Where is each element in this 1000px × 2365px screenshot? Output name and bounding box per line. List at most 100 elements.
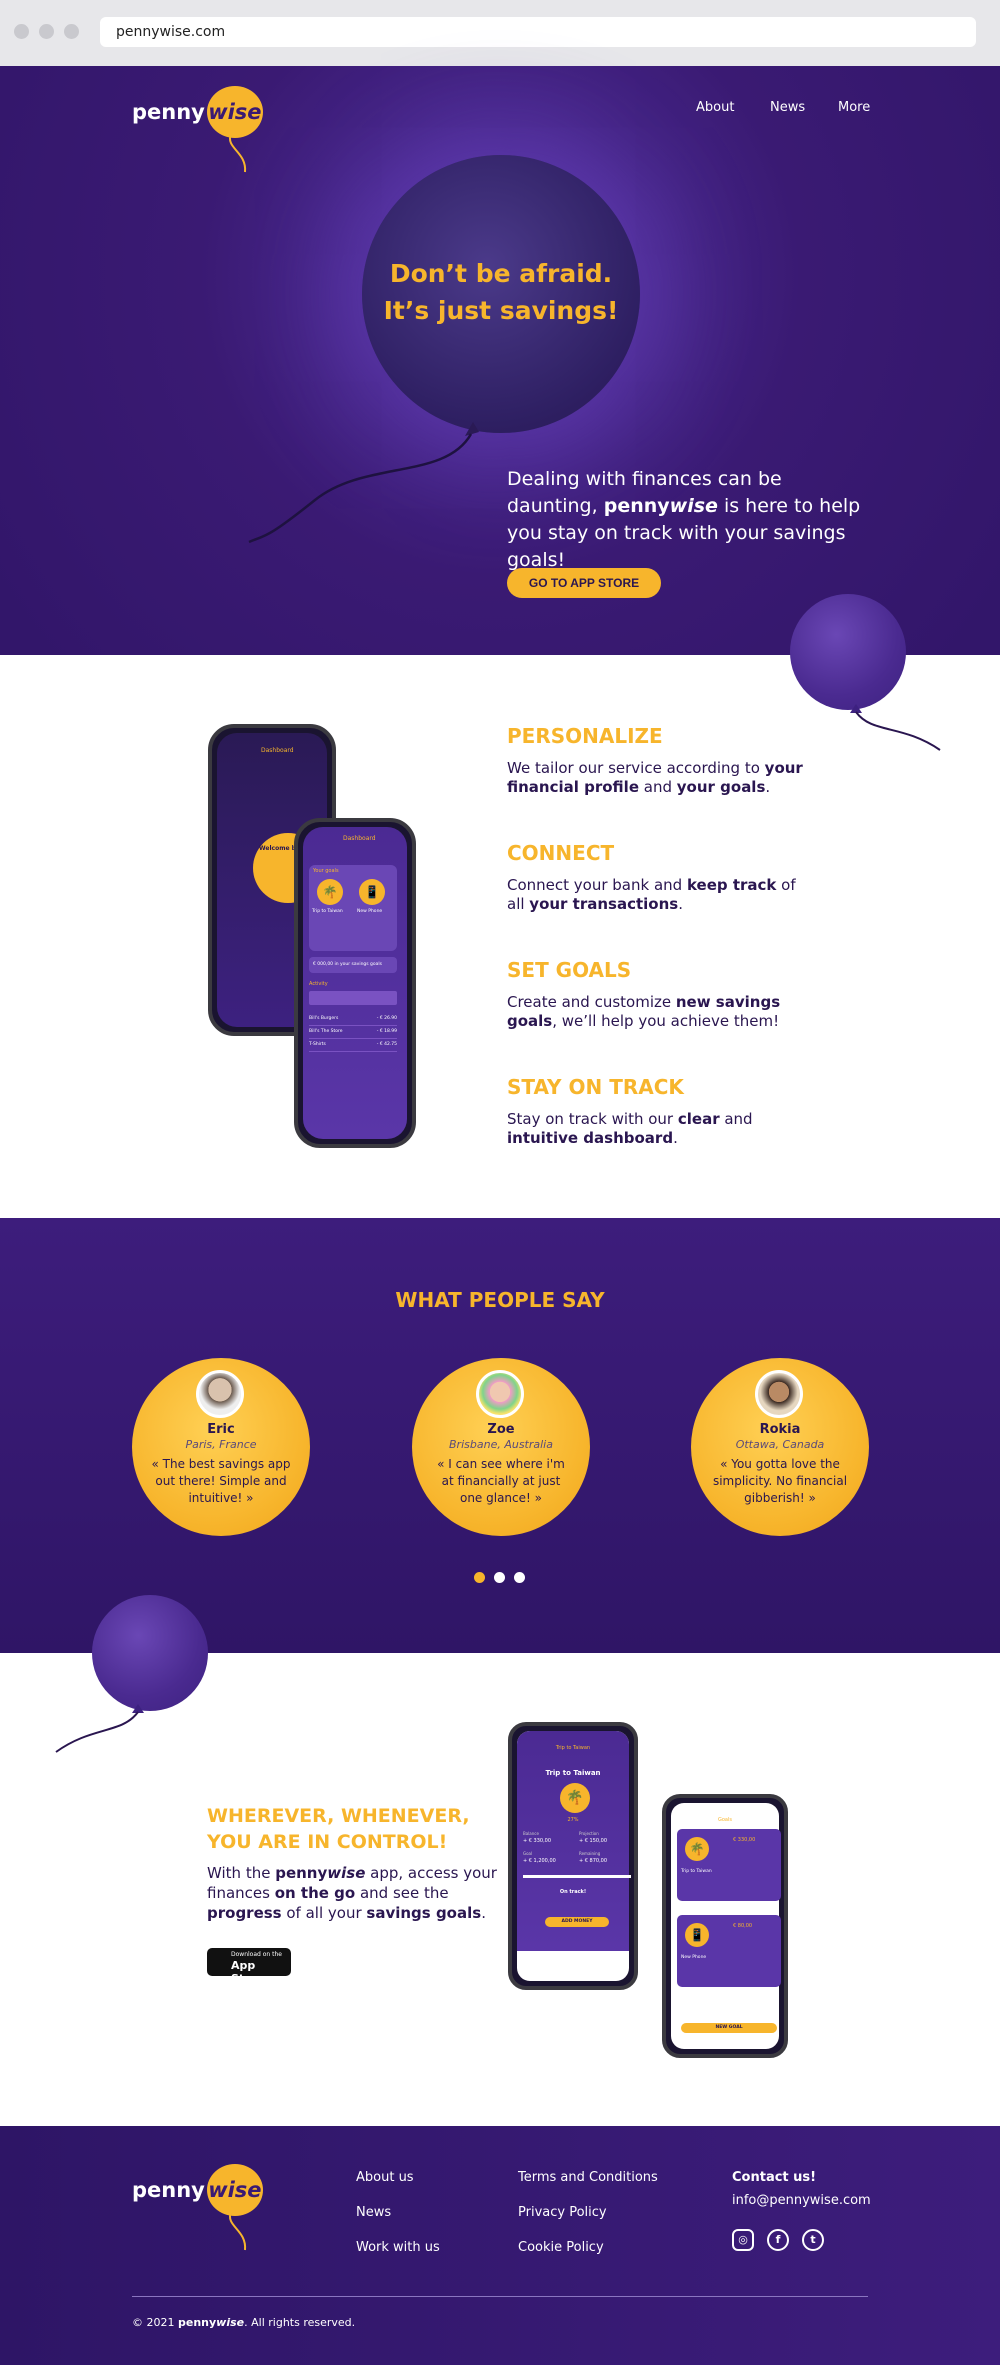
- browser-chrome: pennywise.com: [0, 0, 1000, 66]
- projection-label: Projection: [579, 1831, 599, 1836]
- carousel-dot[interactable]: [514, 1572, 525, 1583]
- palm-tree-icon: 🌴: [685, 1837, 709, 1861]
- twitter-icon[interactable]: t: [802, 2229, 824, 2251]
- nav-about[interactable]: About: [696, 100, 734, 115]
- testimonial-card: Rokia Ottawa, Canada « You gotta love th…: [691, 1358, 869, 1536]
- logo[interactable]: penny wise: [132, 86, 263, 138]
- phone-goal-detail-screen: Trip to Taiwan Trip to Taiwan 🌴 27% Bala…: [517, 1731, 631, 1981]
- goals-header: Goals: [718, 1817, 732, 1823]
- app-store-badge[interactable]: Download on the App Store: [207, 1948, 291, 1985]
- mobile-text-part: of all your: [281, 1904, 367, 1922]
- hero-brand-penny: penny: [603, 495, 670, 517]
- logo-wise: wise: [206, 86, 263, 138]
- activity-row-amount: - € 26.90: [376, 1016, 397, 1021]
- logo-balloon-string-icon: [228, 133, 247, 173]
- activity-calendar-strip: [309, 991, 397, 1005]
- copyright-brand-wise: wise: [216, 2316, 245, 2329]
- activity-row-amount: - € 18.99: [376, 1029, 397, 1034]
- palm-tree-icon: 🌴: [560, 1783, 590, 1813]
- feature-text-part: and: [719, 1110, 753, 1128]
- footer-link-privacy[interactable]: Privacy Policy: [518, 2205, 607, 2220]
- feature-text-part: .: [765, 778, 771, 796]
- footer-link-about[interactable]: About us: [356, 2170, 414, 2185]
- window-dot-icon: [39, 24, 54, 39]
- contact-title: Contact us!: [732, 2170, 817, 2185]
- mobile-text-part: With the: [207, 1864, 276, 1882]
- new-goal-button[interactable]: NEW GOAL: [681, 2023, 777, 2033]
- phone-icon: 📱: [685, 1923, 709, 1947]
- copyright-post: . All rights reserved.: [244, 2316, 356, 2329]
- goal-label: Goal: [523, 1851, 533, 1856]
- projection-value: + € 150,00: [579, 1838, 608, 1844]
- goal-card: 🌴 Trip to Taiwan € 330,00: [677, 1829, 781, 1901]
- goal-detail-top-title: Trip to Taiwan: [555, 1745, 591, 1751]
- footer-link-terms[interactable]: Terms and Conditions: [518, 2170, 658, 2185]
- testimonial-card: Zoe Brisbane, Australia « I can see wher…: [412, 1358, 590, 1536]
- goal-card: 📱 New Phone € 80,00: [677, 1915, 781, 1987]
- window-dot-icon: [64, 24, 79, 39]
- mobile-text-part: .: [481, 1904, 486, 1922]
- carousel-dot-active[interactable]: [474, 1572, 485, 1583]
- copyright-pre: © 2021: [132, 2316, 178, 2329]
- phone-goal-detail-mockup: Trip to Taiwan Trip to Taiwan 🌴 27% Bala…: [508, 1722, 638, 1990]
- activity-row-name: Bill's The Store: [309, 1029, 343, 1034]
- phone-icon: 📱: [359, 879, 385, 905]
- url-bar[interactable]: pennywise.com: [100, 17, 976, 47]
- feature-text-part: Create and customize: [507, 993, 676, 1011]
- feature-title: SET GOALS: [507, 958, 632, 982]
- footer-link-work[interactable]: Work with us: [356, 2240, 440, 2255]
- footer-link-cookie[interactable]: Cookie Policy: [518, 2240, 604, 2255]
- carousel-dot[interactable]: [494, 1572, 505, 1583]
- logo-balloon-string-icon: [228, 2211, 247, 2251]
- balance-label: Balance: [523, 1831, 539, 1836]
- balance-value: + € 330,00: [523, 1838, 552, 1844]
- feature-title: PERSONALIZE: [507, 724, 663, 748]
- mobile-text-bold: progress: [207, 1904, 282, 1922]
- goal1-label: Trip to Taiwan: [312, 909, 343, 914]
- mobile-text-bold: savings goals: [366, 1904, 482, 1922]
- feature-text-bold: your goals: [676, 778, 766, 796]
- go-to-app-store-button[interactable]: GO TO APP STORE: [507, 568, 661, 598]
- goal-card-name: Trip to Taiwan: [681, 1869, 712, 1874]
- mobile-text-brand-penny: penny: [275, 1864, 328, 1882]
- on-track-label: On track!: [559, 1889, 587, 1895]
- feature-text-part: We tailor our service according to: [507, 759, 765, 777]
- contact-email[interactable]: info@pennywise.com: [732, 2193, 871, 2208]
- goals-card: Your goals 🌴 📱 Trip to Taiwan New Phone: [309, 865, 397, 951]
- testimonial-location: Brisbane, Australia: [449, 1438, 553, 1451]
- logo-penny: penny: [132, 2178, 205, 2202]
- app-store-small-text: Download on the: [231, 1951, 282, 1958]
- footer-link-news[interactable]: News: [356, 2205, 391, 2220]
- footer-logo[interactable]: penny wise: [132, 2164, 263, 2216]
- feature-text-bold: intuitive dashboard: [507, 1129, 674, 1147]
- phone-goals-screen: Goals 🌴 Trip to Taiwan € 330,00 📱 New Ph…: [671, 1803, 781, 2049]
- balloon-string-icon: [850, 704, 941, 751]
- goal-detail-title: Trip to Taiwan: [545, 1769, 601, 1777]
- copyright: © 2021 pennywise. All rights reserved.: [132, 2316, 355, 2329]
- avatar: [476, 1370, 524, 1418]
- mobile-text-bold: on the go: [274, 1884, 356, 1902]
- nav-news[interactable]: News: [770, 100, 805, 115]
- testimonial-quote: « You gotta love the simplicity. No fina…: [712, 1457, 848, 1505]
- activity-row: T-Shirts - € 42.75: [309, 1039, 397, 1052]
- nav-more[interactable]: More: [838, 100, 870, 115]
- window-dot-icon: [14, 24, 29, 39]
- feature-text-bold: clear: [677, 1110, 720, 1128]
- activity-row: Bill's The Store - € 18.99: [309, 1026, 397, 1039]
- goal-card-amount: € 330,00: [733, 1837, 756, 1843]
- feature-title: STAY ON TRACK: [507, 1075, 684, 1099]
- feature-title: CONNECT: [507, 841, 615, 865]
- feature-text-bold: keep track: [686, 876, 777, 894]
- activity-row-amount: - € 42.75: [376, 1042, 397, 1047]
- logo-wise: wise: [206, 2164, 263, 2216]
- facebook-icon[interactable]: f: [767, 2229, 789, 2251]
- add-money-button[interactable]: ADD MONEY: [545, 1917, 609, 1927]
- decorative-balloon: [790, 594, 906, 710]
- phone-front-screen: Dashboard Your goals 🌴 📱 Trip to Taiwan …: [303, 827, 407, 1139]
- progress-track: [523, 1875, 631, 1878]
- testimonial-quote: « The best savings app out there! Simple…: [151, 1457, 291, 1505]
- goal-card-name: New Phone: [681, 1955, 707, 1960]
- feature-text-bold: your transactions: [529, 895, 679, 913]
- testimonial-quote: « I can see where i'm at financially at …: [437, 1457, 565, 1505]
- instagram-icon[interactable]: ◎: [732, 2229, 754, 2251]
